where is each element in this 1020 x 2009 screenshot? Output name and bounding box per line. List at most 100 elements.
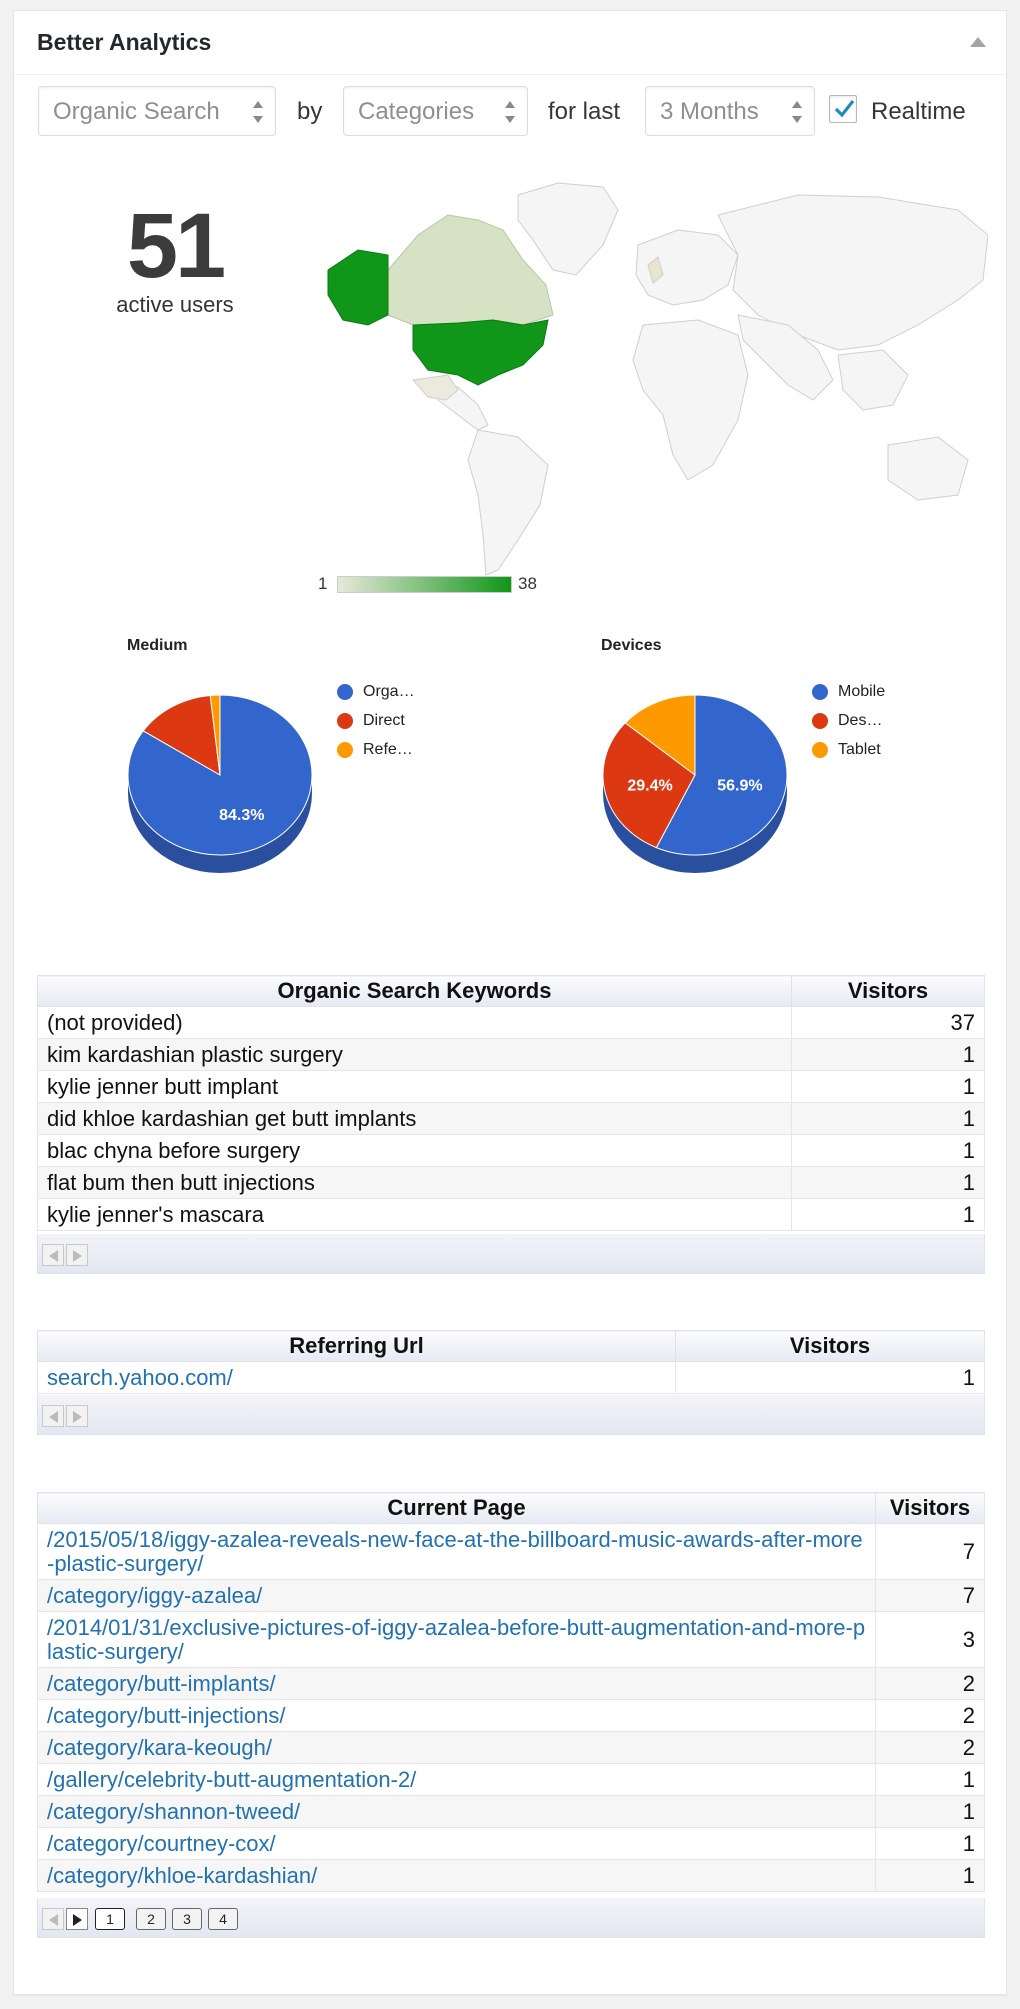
table-row: /category/butt-implants/2 (37, 1667, 985, 1700)
row-label-cell: (not provided) (37, 1006, 792, 1039)
visitors-cell: 1 (875, 1763, 985, 1796)
keywords-header[interactable]: Organic Search Keywords (37, 975, 792, 1007)
realtime-label[interactable]: Realtime (871, 98, 966, 126)
devices-pie-chart[interactable]: 56.9% 29.4% (595, 695, 795, 875)
visitors-cell: 1 (875, 1859, 985, 1892)
map-region-africa (632, 319, 749, 481)
by-label: by (297, 98, 323, 125)
row-label-cell: /category/shannon-tweed/ (37, 1795, 876, 1828)
visitors-cell: 2 (875, 1667, 985, 1700)
source-select[interactable]: Organic Search (38, 86, 276, 136)
visitors-header[interactable]: Visitors (875, 1492, 985, 1524)
row-link[interactable]: /category/iggy-azalea/ (47, 1583, 262, 1608)
legend-item[interactable]: Tablet (812, 735, 885, 764)
prev-page-button[interactable] (42, 1908, 64, 1930)
legend-item[interactable]: Orga… (337, 677, 415, 706)
prev-page-button[interactable] (42, 1405, 64, 1427)
table-row: /category/khloe-kardashian/1 (37, 1859, 985, 1892)
visitors-cell: 1 (675, 1361, 985, 1394)
table-row: (not provided) 37 (37, 1006, 985, 1039)
row-link[interactable]: /gallery/celebrity-butt-augmentation-2/ (47, 1767, 416, 1792)
row-link[interactable]: /2015/05/18/iggy-azalea-reveals-new-face… (47, 1527, 863, 1576)
row-label-cell: kylie jenner's mascara (37, 1198, 792, 1231)
visitors-header[interactable]: Visitors (791, 975, 985, 1007)
visitors-cell: 1 (791, 1166, 985, 1199)
table-row: /category/shannon-tweed/1 (37, 1795, 985, 1828)
devices-legend: Mobile Des… Tablet (812, 677, 885, 764)
visitors-cell: 1 (791, 1102, 985, 1135)
prev-arrow-icon (49, 1411, 58, 1423)
row-label-cell: flat bum then butt injections (37, 1166, 792, 1199)
map-legend-gradient (337, 576, 512, 593)
prev-arrow-icon (49, 1914, 58, 1926)
legend-item[interactable]: Refe… (337, 735, 415, 764)
map-region-south-america (467, 429, 549, 576)
pie-slice-label: 56.9% (717, 777, 762, 794)
pie-slice-label: 29.4% (627, 777, 672, 794)
medium-pie-chart[interactable]: 84.3% (120, 695, 320, 875)
map-legend-min: 1 (318, 574, 328, 593)
legend-dot-icon (337, 683, 353, 700)
visitors-cell: 1 (791, 1070, 985, 1103)
row-link[interactable]: /category/khloe-kardashian/ (47, 1863, 317, 1888)
row-link[interactable]: /category/butt-implants/ (47, 1671, 276, 1696)
map-region-greenland (517, 182, 619, 276)
table-row: /category/kara-keough/2 (37, 1731, 985, 1764)
page-button-2[interactable]: 2 (136, 1908, 166, 1930)
row-link[interactable]: /category/shannon-tweed/ (47, 1799, 300, 1824)
row-label-cell: /2014/01/31/exclusive-pictures-of-iggy-a… (37, 1611, 876, 1668)
visitors-cell: 1 (875, 1827, 985, 1860)
next-page-button[interactable] (66, 1908, 88, 1930)
legend-item[interactable]: Mobile (812, 677, 885, 706)
table-row: kim kardashian plastic surgery 1 (37, 1038, 985, 1071)
map-region-southeast-asia (837, 349, 909, 411)
row-label-cell: /2015/05/18/iggy-azalea-reveals-new-face… (37, 1523, 876, 1580)
referring-url-header[interactable]: Referring Url (37, 1330, 676, 1362)
table-row: flat bum then butt injections 1 (37, 1166, 985, 1199)
row-link[interactable]: /category/kara-keough/ (47, 1735, 272, 1760)
visitors-header[interactable]: Visitors (675, 1330, 985, 1362)
row-link[interactable]: search.yahoo.com/ (47, 1365, 233, 1390)
row-link[interactable]: /category/butt-injections/ (47, 1703, 285, 1728)
legend-dot-icon (812, 741, 828, 758)
row-label-cell: /category/kara-keough/ (37, 1731, 876, 1764)
row-label-cell: search.yahoo.com/ (37, 1361, 676, 1394)
legend-item[interactable]: Des… (812, 706, 885, 735)
legend-dot-icon (337, 741, 353, 758)
visitors-cell: 1 (875, 1795, 985, 1828)
row-label-cell: /category/iggy-azalea/ (37, 1579, 876, 1612)
prev-page-button[interactable] (42, 1244, 64, 1266)
legend-dot-icon (337, 712, 353, 729)
row-link[interactable]: /category/courtney-cox/ (47, 1831, 276, 1856)
next-page-button[interactable] (66, 1244, 88, 1266)
active-users-count: 51 (126, 195, 226, 297)
visitors-cell: 1 (791, 1198, 985, 1231)
world-map[interactable] (318, 175, 988, 585)
table-row: kylie jenner butt implant 1 (37, 1070, 985, 1103)
row-link[interactable]: /2014/01/31/exclusive-pictures-of-iggy-a… (47, 1615, 865, 1664)
keywords-table-footer (37, 1234, 985, 1274)
widget-header[interactable]: Better Analytics (14, 11, 1006, 75)
row-label-cell: /category/khloe-kardashian/ (37, 1859, 876, 1892)
current-page-header[interactable]: Current Page (37, 1492, 876, 1524)
map-region-usa (412, 319, 549, 386)
page-button-4[interactable]: 4 (208, 1908, 238, 1930)
table-row: search.yahoo.com/1 (37, 1361, 985, 1394)
dimension-select[interactable]: Categories (343, 86, 528, 136)
period-select[interactable]: 3 Months (645, 86, 815, 136)
next-page-button[interactable] (66, 1405, 88, 1427)
page-button-3[interactable]: 3 (172, 1908, 202, 1930)
devices-chart-title: Devices (601, 637, 662, 654)
row-label-cell: /gallery/celebrity-butt-augmentation-2/ (37, 1763, 876, 1796)
active-users-label: active users (116, 292, 234, 317)
table-row: did khloe kardashian get butt implants 1 (37, 1102, 985, 1135)
map-region-alaska (327, 249, 389, 326)
page-button-1[interactable]: 1 (95, 1908, 125, 1930)
realtime-checkbox[interactable] (829, 95, 857, 123)
legend-label: Mobile (838, 682, 886, 700)
collapse-arrow-icon[interactable] (970, 37, 986, 47)
current-page-table: Current Page Visitors /2015/05/18/iggy-a… (37, 1492, 985, 1892)
legend-item[interactable]: Direct (337, 706, 415, 735)
visitors-cell: 2 (875, 1731, 985, 1764)
row-label-cell: kylie jenner butt implant (37, 1070, 792, 1103)
